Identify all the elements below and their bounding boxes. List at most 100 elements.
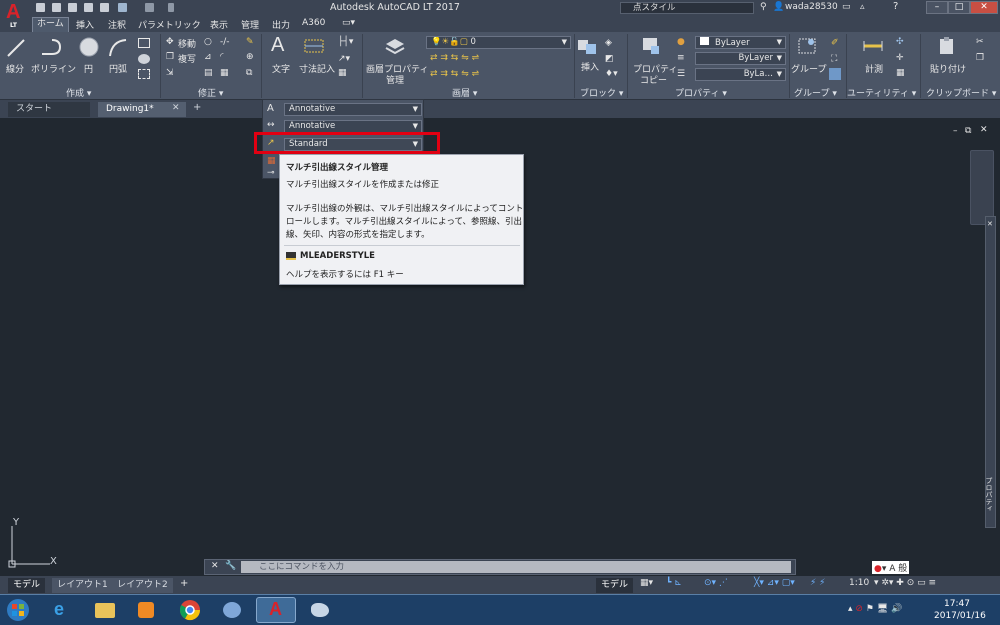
cmd-settings-icon[interactable]: 🔧 xyxy=(225,561,236,571)
cut-icon[interactable]: ✂ xyxy=(976,37,984,47)
tab-a360[interactable]: A360 xyxy=(302,18,325,28)
viewport-minimize-icon[interactable]: – xyxy=(953,126,958,136)
array-icon[interactable]: ▦ xyxy=(220,68,229,78)
doc-tab-start[interactable]: スタート xyxy=(8,102,90,117)
stretch-icon[interactable]: ⇲ xyxy=(166,68,174,78)
fillet-icon[interactable]: ◜ xyxy=(220,52,224,62)
explode-icon[interactable]: ⊕ xyxy=(246,52,254,62)
user-name[interactable]: wada28530 xyxy=(785,2,838,12)
cmd-close-icon[interactable]: ✕ xyxy=(211,561,219,571)
new-tab-icon[interactable]: + xyxy=(193,102,201,113)
ortho-icon[interactable]: ┗ ⊾ xyxy=(666,578,682,588)
open-file-icon[interactable] xyxy=(52,3,61,12)
search-input[interactable]: 点スタイル xyxy=(620,2,754,14)
linear-dim-icon[interactable]: ├┤▾ xyxy=(338,37,353,47)
group-select-icon[interactable] xyxy=(829,68,841,80)
save-icon[interactable] xyxy=(68,3,77,12)
polar-icon[interactable]: ⊙▾ ⋰ xyxy=(704,578,728,588)
maximize-button[interactable]: □ xyxy=(948,1,970,14)
undo-icon[interactable] xyxy=(118,3,127,12)
circle-button-label[interactable]: 円 xyxy=(84,62,93,75)
help-icon[interactable]: ? xyxy=(893,1,898,12)
group-button-label[interactable]: グループ xyxy=(791,62,826,75)
layer-properties-icon[interactable] xyxy=(384,36,406,56)
tab-layout1[interactable]: レイアウト1 xyxy=(52,578,113,593)
draw-panel-title[interactable]: 作成 ▾ xyxy=(66,86,91,99)
save-as-icon[interactable] xyxy=(84,3,93,12)
layer-dropdown[interactable]: 💡☀🔓▢ 0 ▼ xyxy=(426,36,571,49)
table-icon[interactable]: ▦ xyxy=(338,68,347,78)
match-properties-label-2[interactable]: コピー xyxy=(640,73,667,86)
model-space-button[interactable]: モデル xyxy=(596,578,634,593)
exchange-icon[interactable]: ▭ xyxy=(842,2,851,12)
scale-icon[interactable]: ▤ xyxy=(204,68,213,78)
leader-icon[interactable]: ↗▾ xyxy=(338,54,350,64)
measure-button-label[interactable]: 計測 xyxy=(865,62,883,75)
insert-button-label[interactable]: 挿入 xyxy=(581,60,599,73)
utilities-panel-title[interactable]: ユーティリティ ▾ xyxy=(847,86,916,99)
tab-layout2[interactable]: レイアウト2 xyxy=(112,578,173,593)
create-block-icon[interactable]: ◈ xyxy=(605,38,612,48)
start-button[interactable] xyxy=(0,597,36,623)
polyline-button-label[interactable]: ポリライン xyxy=(31,62,76,75)
tab-output[interactable]: 出力 xyxy=(272,18,290,31)
move-button-label[interactable]: 移動 xyxy=(178,37,196,50)
scale-label[interactable]: 1:10 xyxy=(849,578,869,588)
quick-access-menu-icon[interactable] xyxy=(168,3,174,12)
a360-icon[interactable]: ▵ xyxy=(860,2,865,12)
print-icon[interactable] xyxy=(100,3,109,12)
layer-tools-icons-row2[interactable]: ⇄ ⇉ ⇆ ⇋ ⇌ xyxy=(430,69,479,79)
new-file-icon[interactable] xyxy=(36,3,45,12)
color-dropdown[interactable]: ByLayer ▼ xyxy=(695,36,786,49)
point-icon[interactable]: ✛ xyxy=(896,53,904,63)
tray-icons[interactable]: ▴ ⊘ ⚑ 🖥 🔊 xyxy=(848,604,902,614)
line-icon[interactable] xyxy=(6,38,26,58)
linetype-dropdown[interactable]: ByLayer ▼ xyxy=(695,52,786,65)
copy-icon[interactable]: ❐ xyxy=(166,52,174,62)
command-input[interactable]: ここにコマンドを入力 xyxy=(241,561,791,573)
clipboard-panel-title[interactable]: クリップボード ▾ xyxy=(926,86,996,99)
binoculars-icon[interactable]: ⚲ xyxy=(760,2,767,12)
layers-panel-title[interactable]: 画層 ▾ xyxy=(452,86,477,99)
close-button[interactable]: ✕ xyxy=(970,1,998,14)
move-icon[interactable]: ✥ xyxy=(166,37,174,47)
line-button-label[interactable]: 線分 xyxy=(6,62,24,75)
paint-taskbar-icon[interactable] xyxy=(300,597,340,623)
arc-icon[interactable] xyxy=(107,38,129,58)
viewport-restore-icon[interactable]: ⧉ xyxy=(965,126,971,136)
paste-icon[interactable] xyxy=(936,36,958,56)
properties-palette-strip[interactable]: ✕ プロパティ xyxy=(985,216,996,528)
copy-button-label[interactable]: 複写 xyxy=(178,52,196,65)
explorer-taskbar-icon[interactable] xyxy=(84,597,124,623)
ribbon-options-icon[interactable]: ▭▾ xyxy=(342,18,355,28)
add-layout-icon[interactable]: + xyxy=(180,578,188,589)
close-tab-icon[interactable]: ✕ xyxy=(172,103,180,113)
mirror-icon[interactable]: ⊿ xyxy=(204,52,212,62)
copy-clip-icon[interactable]: ❐ xyxy=(976,53,984,63)
rotate-icon[interactable]: ○ xyxy=(204,37,212,47)
rectangle-icon[interactable] xyxy=(138,38,150,48)
layer-properties-label-2[interactable]: 管理 xyxy=(386,73,404,86)
autocad-taskbar-icon[interactable]: A xyxy=(256,597,296,623)
polyline-icon[interactable] xyxy=(40,38,64,58)
chrome-taskbar-icon[interactable] xyxy=(170,597,210,623)
viewport-close-icon[interactable]: ✕ xyxy=(980,125,988,135)
group-edit-icon[interactable]: ⛶ xyxy=(831,54,837,64)
clock-date[interactable]: 2017/01/16 xyxy=(934,611,986,621)
palette-close-icon[interactable]: ✕ xyxy=(987,220,993,228)
measure-icon[interactable] xyxy=(862,36,884,56)
redo-icon[interactable] xyxy=(145,3,154,12)
match-properties-icon[interactable] xyxy=(640,36,662,56)
tab-manage[interactable]: 管理 xyxy=(241,18,259,31)
group-icon[interactable] xyxy=(796,36,818,56)
edit-block-icon[interactable]: ◩ xyxy=(605,54,614,64)
calculator-icon[interactable]: ▦ xyxy=(896,68,905,78)
modify-panel-title[interactable]: 修正 ▾ xyxy=(198,86,223,99)
block-panel-title[interactable]: ブロック ▾ xyxy=(580,86,623,99)
tab-home[interactable]: ホーム xyxy=(32,17,69,32)
properties-panel-title[interactable]: プロパティ ▾ xyxy=(675,86,727,99)
workspace-icon[interactable]: ▾ ✲▾ ✚ ⊙ ▭ ≡ xyxy=(874,578,936,588)
edit-attribute-icon[interactable]: ♦▾ xyxy=(605,69,618,79)
text-style-dropdown[interactable]: Annotative ▼ xyxy=(284,103,422,116)
groups-panel-title[interactable]: グループ ▾ xyxy=(794,86,837,99)
